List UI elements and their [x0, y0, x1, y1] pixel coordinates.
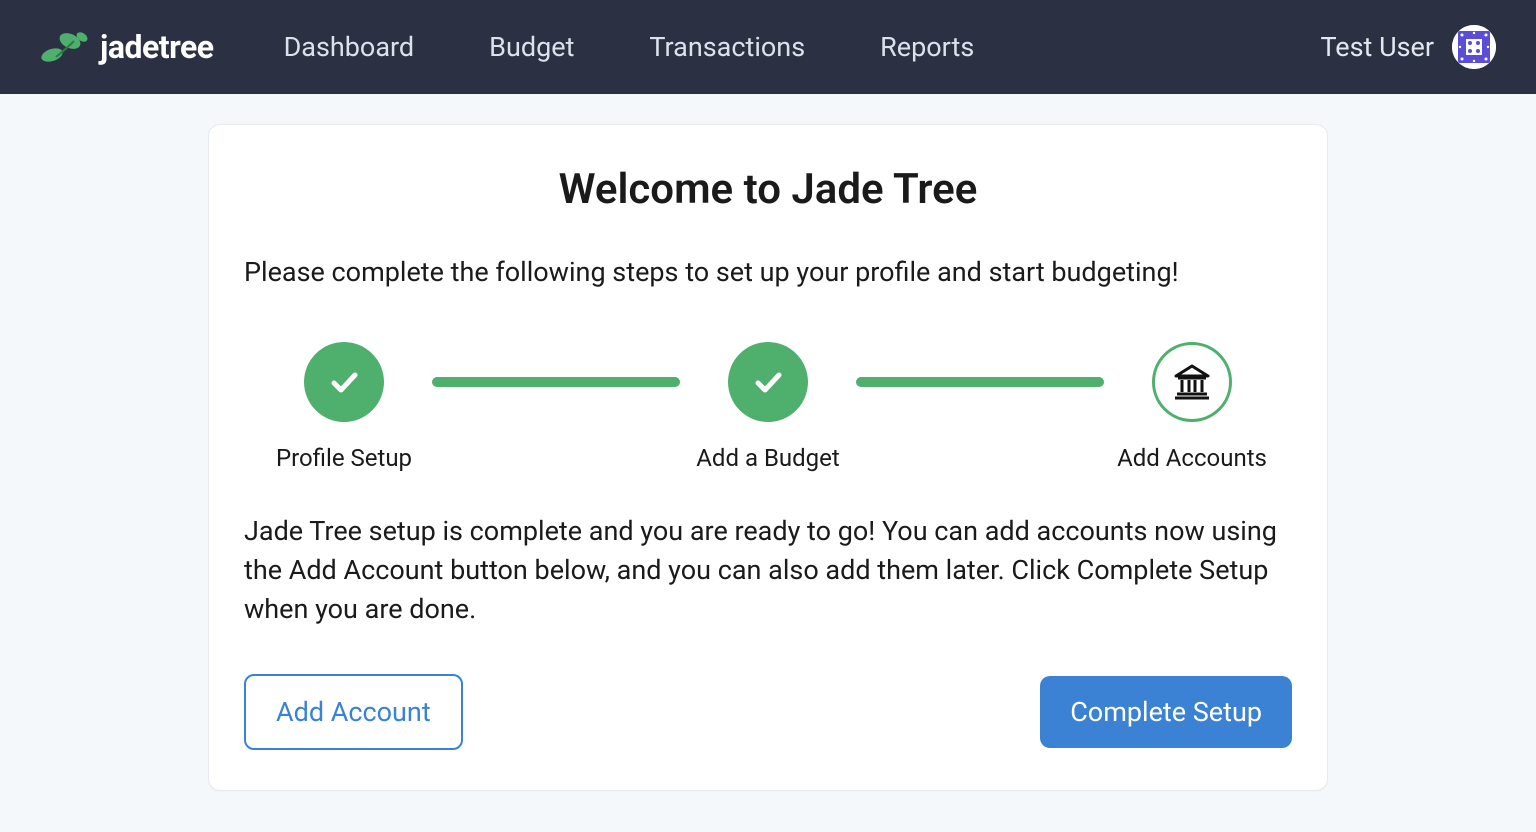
setup-steps — [244, 342, 1292, 422]
bank-icon — [1152, 342, 1232, 422]
step-profile-setup — [264, 342, 424, 422]
card-actions: Add Account Complete Setup — [244, 674, 1292, 750]
add-account-button[interactable]: Add Account — [244, 674, 463, 750]
app-header: jadetree Dashboard Budget Transactions R… — [0, 0, 1536, 94]
card-intro: Please complete the following steps to s… — [244, 254, 1292, 292]
step-connector — [432, 377, 680, 387]
user-menu[interactable]: Test User — [1321, 25, 1497, 69]
complete-setup-button[interactable]: Complete Setup — [1040, 676, 1292, 748]
nav-reports[interactable]: Reports — [880, 31, 974, 63]
card-body: Jade Tree setup is complete and you are … — [244, 512, 1292, 629]
card-title: Welcome to Jade Tree — [244, 165, 1292, 214]
logo[interactable]: jadetree — [40, 27, 214, 67]
logo-text: jadetree — [100, 28, 214, 66]
step-connector — [856, 377, 1104, 387]
jadetree-logo-icon — [40, 27, 92, 67]
nav-budget[interactable]: Budget — [489, 31, 574, 63]
step-add-accounts — [1112, 342, 1272, 422]
check-icon — [304, 342, 384, 422]
step-label-budget: Add a Budget — [688, 444, 848, 472]
setup-card: Welcome to Jade Tree Please complete the… — [208, 124, 1328, 791]
step-label-accounts: Add Accounts — [1112, 444, 1272, 472]
nav-dashboard[interactable]: Dashboard — [284, 31, 415, 63]
check-icon — [728, 342, 808, 422]
user-name: Test User — [1321, 31, 1435, 63]
step-label-profile: Profile Setup — [264, 444, 424, 472]
step-labels: Profile Setup Add a Budget Add Accounts — [244, 444, 1292, 472]
nav-transactions[interactable]: Transactions — [649, 31, 805, 63]
avatar — [1452, 25, 1496, 69]
step-add-budget — [688, 342, 848, 422]
main-nav: Dashboard Budget Transactions Reports — [284, 31, 975, 63]
